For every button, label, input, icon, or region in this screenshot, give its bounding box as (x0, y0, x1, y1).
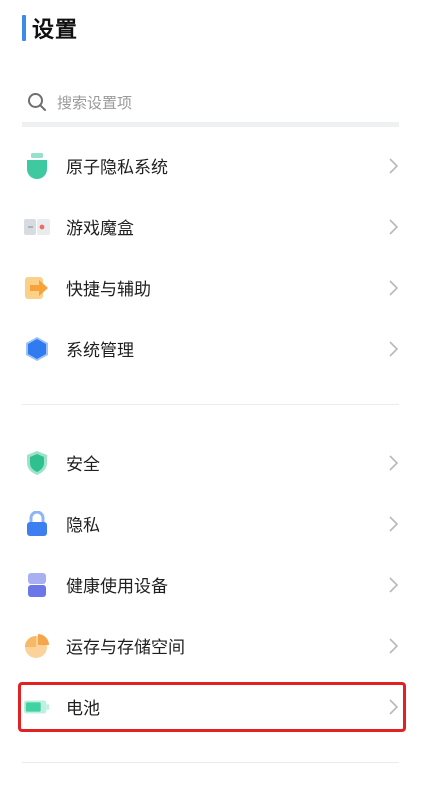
settings-item-shortcut[interactable]: 快捷与辅助 (0, 257, 423, 318)
settings-item-privacy[interactable]: 隐私 (0, 493, 423, 554)
lock-icon (24, 510, 50, 537)
settings-item-system-management[interactable]: 系统管理 (0, 318, 423, 379)
search-placeholder: 搜索设置项 (57, 93, 133, 112)
settings-item-label: 隐私 (66, 516, 100, 536)
settings-item-label: 健康使用设备 (66, 577, 168, 597)
group-divider (22, 404, 399, 405)
settings-item-health[interactable]: 健康使用设备 (0, 554, 423, 615)
shield-icon (24, 450, 50, 476)
settings-item-game-box[interactable]: 游戏魔盒 (0, 196, 423, 257)
chevron-right-icon (387, 340, 399, 357)
bottom-divider (22, 762, 399, 763)
settings-group-1: 原子隐私系统 游戏魔盒 快捷与辅助 系统管理 (0, 135, 423, 379)
page-header: 设置 (22, 8, 78, 48)
hourglass-icon (24, 572, 50, 598)
chevron-right-icon (387, 576, 399, 593)
chevron-right-icon (387, 454, 399, 471)
search-bar[interactable]: 搜索设置项 (22, 82, 399, 127)
settings-item-label: 快捷与辅助 (66, 280, 151, 300)
settings-item-privacy-system[interactable]: 原子隐私系统 (0, 135, 423, 196)
settings-item-storage[interactable]: 运存与存储空间 (0, 615, 423, 676)
privacy-system-icon (24, 152, 50, 179)
settings-item-label: 系统管理 (66, 341, 134, 361)
settings-group-2: 安全 隐私 健康使用设备 运存与存储空间 电池 (0, 432, 423, 737)
settings-item-label: 运存与存储空间 (66, 638, 185, 658)
battery-icon (24, 694, 50, 720)
settings-item-label: 安全 (66, 455, 100, 475)
settings-item-battery[interactable]: 电池 (0, 676, 423, 737)
search-icon (28, 93, 46, 111)
chevron-right-icon (387, 157, 399, 174)
chevron-right-icon (387, 637, 399, 654)
settings-item-label: 电池 (66, 699, 100, 719)
title-accent-bar (22, 15, 26, 41)
chevron-right-icon (387, 698, 399, 715)
chevron-right-icon (387, 279, 399, 296)
chevron-right-icon (387, 515, 399, 532)
system-hexagon-icon (24, 336, 50, 362)
game-box-icon (24, 214, 50, 240)
page-title: 设置 (32, 18, 79, 43)
settings-item-label: 原子隐私系统 (66, 158, 168, 178)
settings-item-security[interactable]: 安全 (0, 432, 423, 493)
chevron-right-icon (387, 218, 399, 235)
storage-pie-icon (24, 633, 50, 659)
settings-item-label: 游戏魔盒 (66, 219, 134, 239)
shortcut-arrow-icon (24, 275, 50, 301)
